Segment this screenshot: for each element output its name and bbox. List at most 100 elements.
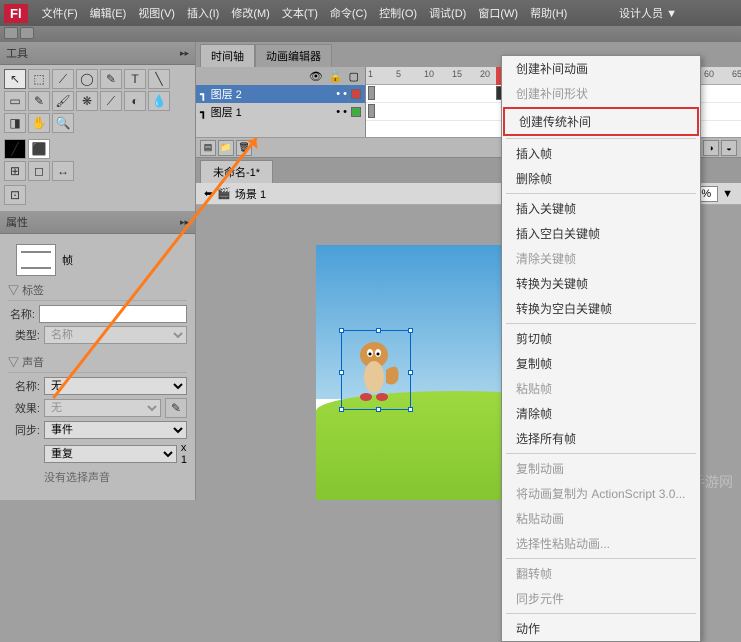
context-menu-item[interactable]: 插入帧 [502, 141, 700, 166]
effect-select[interactable]: 无 [44, 399, 161, 417]
eye-icon[interactable]: 👁 [309, 70, 323, 83]
context-menu-item: 选择性粘贴动画... [502, 531, 700, 556]
context-menu-item: 复制动画 [502, 456, 700, 481]
menu-modify[interactable]: 修改(M) [225, 1, 276, 25]
menu-text[interactable]: 文本(T) [276, 1, 324, 25]
context-menu-item: 创建补间形状 [502, 81, 700, 106]
context-menu-item[interactable]: 清除帧 [502, 401, 700, 426]
tool-opt3[interactable]: ↔ [52, 161, 74, 181]
designer-dropdown[interactable]: 设计人员 ▼ [619, 5, 737, 21]
layer-list: 👁 🔒 ▢ ┓图层 2• • ┓图层 1• • [196, 67, 366, 137]
tools-panel: ↖⬚⟋◯✎T╲ ▭✎🖌❋⟋◐💧 ◨✋🔍 ╱⬛ ⊞◻↔ ⊡ [0, 65, 195, 211]
tool-subselect[interactable]: ⬚ [28, 69, 50, 89]
menu-bar: Fl 文件(F) 编辑(E) 视图(V) 插入(I) 修改(M) 文本(T) 命… [0, 0, 741, 26]
menu-view[interactable]: 视图(V) [132, 1, 181, 25]
highlighted-item: 创建传统补间 [503, 107, 699, 136]
tool-brush[interactable]: 🖌 [52, 91, 74, 111]
edit-multi-button[interactable]: ◒ [721, 140, 737, 156]
menu-edit[interactable]: 编辑(E) [84, 1, 133, 25]
menu-separator [506, 193, 696, 194]
menu-separator [506, 323, 696, 324]
tool-zoom[interactable]: 🔍 [52, 113, 74, 133]
context-menu: 创建补间动画创建补间形状创建传统补间插入帧删除帧插入关键帧插入空白关键帧清除关键… [501, 55, 701, 642]
tool-bucket[interactable]: ◐ [124, 91, 146, 111]
tool-eyedrop[interactable]: 💧 [148, 91, 170, 111]
tool-text[interactable]: T [124, 69, 146, 89]
tool-selection[interactable]: ↖ [4, 69, 26, 89]
frame-icon [16, 244, 56, 276]
sync-select[interactable]: 事件 [44, 421, 187, 439]
ws-btn[interactable] [20, 27, 34, 39]
properties-header: 属性▸▸ [0, 211, 195, 234]
context-menu-item[interactable]: 创建传统补间 [505, 109, 697, 134]
scene-name[interactable]: 场景 1 [235, 186, 266, 202]
tool-opt1[interactable]: ⊞ [4, 161, 26, 181]
ruler-tick: 5 [396, 69, 401, 79]
context-menu-item[interactable]: 动作 [502, 616, 700, 641]
context-menu-item: 粘贴动画 [502, 506, 700, 531]
name-label: 名称: [8, 306, 35, 322]
ruler-tick: 60 [704, 69, 714, 79]
type-select[interactable]: 名称 [44, 326, 187, 344]
menu-separator [506, 558, 696, 559]
context-menu-item[interactable]: 复制帧 [502, 351, 700, 376]
tab-timeline[interactable]: 时间轴 [200, 44, 255, 67]
tool-bone[interactable]: ⟋ [100, 91, 122, 111]
workspace-strip [0, 26, 741, 42]
section-label[interactable]: ▽ 标签 [8, 280, 187, 301]
ruler-tick: 15 [452, 69, 462, 79]
selection-box[interactable] [341, 330, 411, 410]
tool-line[interactable]: ╲ [148, 69, 170, 89]
zoom-dropdown[interactable]: ▼ [722, 188, 733, 200]
tool-opt2[interactable]: ◻ [28, 161, 50, 181]
context-menu-item[interactable]: 转换为关键帧 [502, 271, 700, 296]
effect-edit-button[interactable]: ✎ [165, 398, 187, 418]
layer-name: 图层 2 [211, 86, 242, 102]
context-menu-item[interactable]: 插入空白关键帧 [502, 221, 700, 246]
stroke-color[interactable]: ╱ [4, 139, 26, 159]
menu-window[interactable]: 窗口(W) [472, 1, 524, 25]
new-folder-button[interactable]: 📁 [218, 140, 234, 156]
section-sound[interactable]: ▽ 声音 [8, 352, 187, 373]
snap-toggle[interactable]: ⊡ [4, 185, 26, 205]
menu-debug[interactable]: 调试(D) [423, 1, 472, 25]
context-menu-item[interactable]: 创建补间动画 [502, 56, 700, 81]
lock-icon[interactable]: 🔒 [329, 70, 343, 83]
tool-eraser[interactable]: ◨ [4, 113, 26, 133]
menu-insert[interactable]: 插入(I) [181, 1, 225, 25]
fill-color[interactable]: ⬛ [28, 139, 50, 159]
type-label: 类型: [8, 327, 40, 343]
tool-hand[interactable]: ✋ [28, 113, 50, 133]
menu-control[interactable]: 控制(O) [373, 1, 423, 25]
ruler-tick: 1 [368, 69, 373, 79]
context-menu-item[interactable]: 转换为空白关键帧 [502, 296, 700, 321]
tool-deco[interactable]: ❋ [76, 91, 98, 111]
context-menu-item[interactable]: 删除帧 [502, 166, 700, 191]
tool-pencil[interactable]: ✎ [28, 91, 50, 111]
repeat-select[interactable]: 重复 [44, 445, 177, 463]
tab-motion-editor[interactable]: 动画编辑器 [255, 44, 332, 67]
new-layer-button[interactable]: ▤ [200, 140, 216, 156]
menu-separator [506, 613, 696, 614]
context-menu-item: 粘贴帧 [502, 376, 700, 401]
context-menu-item: 将动画复制为 ActionScript 3.0... [502, 481, 700, 506]
ruler-tick: 20 [480, 69, 490, 79]
tool-rect[interactable]: ▭ [4, 91, 26, 111]
outline-icon[interactable]: ▢ [349, 70, 359, 83]
layer-row[interactable]: ┓图层 1• • [196, 103, 365, 121]
tool-lasso[interactable]: ◯ [76, 69, 98, 89]
layer-name: 图层 1 [211, 104, 242, 120]
layer-row[interactable]: ┓图层 2• • [196, 85, 365, 103]
context-menu-item: 同步元件 [502, 586, 700, 611]
menu-help[interactable]: 帮助(H) [524, 1, 573, 25]
ruler-tick: 10 [424, 69, 434, 79]
context-menu-item[interactable]: 剪切帧 [502, 326, 700, 351]
ws-btn[interactable] [4, 27, 18, 39]
menu-file[interactable]: 文件(F) [36, 1, 84, 25]
onion-outline-button[interactable]: ◑ [703, 140, 719, 156]
context-menu-item[interactable]: 选择所有帧 [502, 426, 700, 451]
tool-pen[interactable]: ✎ [100, 69, 122, 89]
menu-commands[interactable]: 命令(C) [324, 1, 373, 25]
tool-transform[interactable]: ⟋ [52, 69, 74, 89]
context-menu-item[interactable]: 插入关键帧 [502, 196, 700, 221]
